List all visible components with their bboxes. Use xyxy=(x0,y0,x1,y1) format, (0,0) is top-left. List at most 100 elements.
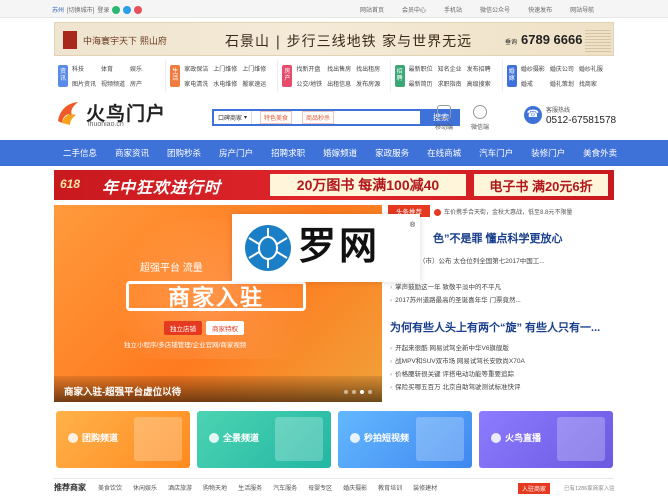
merchant-category-tab[interactable]: 母婴专区 xyxy=(308,483,332,492)
carousel-dot[interactable] xyxy=(352,390,356,394)
category-link[interactable]: 公交/地铁 xyxy=(296,79,322,88)
news-item[interactable]: 保险买哪五百万 北京自助驾驶测试标准快评 xyxy=(390,381,612,394)
category-link[interactable]: 家电清洗 xyxy=(184,79,208,88)
headline-title[interactable]: 为何有些人头上有两个“旋” 有些人只有一... xyxy=(390,319,600,335)
nav-secondhand[interactable]: 二手信息 xyxy=(54,140,106,166)
category-badge-icon[interactable]: 资讯 xyxy=(58,65,68,87)
nav-housekeeping[interactable]: 家政服务 xyxy=(366,140,418,166)
carousel-tagline: 超强平台 流量 xyxy=(140,263,203,274)
news-item[interactable]: 掌声鼓励这一年 致敬平淡中的不平凡 xyxy=(390,281,612,294)
nav-decoration[interactable]: 装修门户 xyxy=(522,140,574,166)
carousel-headline: 商家入驻 xyxy=(126,281,306,311)
carousel-dot[interactable] xyxy=(360,390,364,394)
nav-mall[interactable]: 在线商城 xyxy=(418,140,470,166)
category-link[interactable]: 最新简历 xyxy=(409,79,433,88)
real-estate-ad-banner[interactable]: 中海寰宇天下 熙山府 石景山 | 步行三线地铁 家与世界无远 垂询 6789 66… xyxy=(54,22,614,56)
card-live[interactable]: 火鸟直播 xyxy=(479,411,613,468)
category-link[interactable]: 求职指南 xyxy=(438,79,462,88)
toplink-publish[interactable]: 快速发布 xyxy=(528,5,552,14)
merchant-category-tab[interactable]: 装修建材 xyxy=(413,483,437,492)
category-badge-icon[interactable]: 婚嫁 xyxy=(506,65,517,87)
merchant-category-tab[interactable]: 休闲娱乐 xyxy=(133,483,157,492)
category-link[interactable]: 视频频道 xyxy=(101,79,125,88)
merchant-category-tab[interactable]: 酒店旅游 xyxy=(168,483,192,492)
join-merchant-button[interactable]: 入驻商家 xyxy=(518,483,551,494)
ad-phone: 垂询 6789 6666 xyxy=(505,32,583,47)
nav-wedding[interactable]: 婚嫁频道 xyxy=(314,140,366,166)
merchant-category-tab[interactable]: 汽车服务 xyxy=(273,483,297,492)
wechat-icon[interactable] xyxy=(112,5,121,14)
news-item[interactable]: 价格腰斩很关键 评搭电动功能等重要追踪 xyxy=(390,368,612,381)
category-link[interactable]: 娱乐 xyxy=(130,64,142,73)
category-link[interactable]: 婚礼策划 xyxy=(550,79,574,88)
firebird-logo-icon[interactable] xyxy=(54,99,82,127)
toplink-wechat[interactable]: 微信公众号 xyxy=(480,5,510,14)
weibo-icon[interactable] xyxy=(134,5,143,14)
news-item[interactable]: 开起来很酷 网易试驾全新中华V6旗舰版 xyxy=(390,342,612,355)
news-item[interactable]: 2017苏州道路最高的圣诞喜年华 门票竟然... xyxy=(390,294,612,307)
category-link[interactable]: 找出售房 xyxy=(327,64,351,73)
toplink-member[interactable]: 会员中心 xyxy=(402,5,426,14)
category-link[interactable]: 婚纱摄影 xyxy=(521,64,545,73)
nav-merchant-news[interactable]: 商家资讯 xyxy=(106,140,158,166)
carousel-dot[interactable] xyxy=(368,390,372,394)
search-suggestion[interactable]: 商品秒杀 xyxy=(302,111,335,124)
headline-title[interactable]: 色”不是罪 懂点科学更放心 xyxy=(433,230,563,246)
nav-jobs[interactable]: 招聘求职 xyxy=(262,140,314,166)
category-badge-icon[interactable]: 房产 xyxy=(282,65,293,87)
category-link[interactable]: 找商家 xyxy=(579,79,603,88)
carousel-caption[interactable]: 商家入驻-超强平台虚位以待 xyxy=(54,376,382,402)
category-link[interactable]: 水电维修 xyxy=(213,79,237,88)
login-link[interactable]: 登录 xyxy=(97,5,109,14)
nav-food-delivery[interactable]: 美食外卖 xyxy=(574,140,626,166)
category-link[interactable]: 婚庆公司 xyxy=(550,64,574,73)
category-link[interactable]: 知名企业 xyxy=(438,64,462,73)
category-link[interactable]: 体育 xyxy=(101,64,125,73)
nav-groupbuy[interactable]: 团购秒杀 xyxy=(158,140,210,166)
card-groupbuy[interactable]: 团购频道 xyxy=(56,411,190,468)
card-short-video[interactable]: 秒拍短视频 xyxy=(338,411,472,468)
category-badge-icon[interactable]: 生活 xyxy=(170,65,181,87)
news-item[interactable]: 业百强县（市）公布 太仓位列全国第七2017中国工... xyxy=(390,255,612,268)
merchant-category-tab[interactable]: 生活服务 xyxy=(238,483,262,492)
nav-auto[interactable]: 汽车门户 xyxy=(470,140,522,166)
merchant-category-tab[interactable]: 婚庆摄影 xyxy=(343,483,367,492)
card-panorama[interactable]: 全景频道 xyxy=(197,411,331,468)
category-link[interactable]: 房产 xyxy=(130,79,142,88)
category-link[interactable]: 找出租房 xyxy=(356,64,380,73)
carousel-dot[interactable] xyxy=(344,390,348,394)
news-ticker[interactable]: 车价携手合天街，金秋大惠战，低至8.8元不限量 xyxy=(434,207,572,216)
category-link[interactable]: 发布招聘 xyxy=(467,64,491,73)
merchant-category-tab[interactable]: 美食饮饮 xyxy=(98,483,122,492)
category-link[interactable]: 上门维修 xyxy=(242,64,266,73)
category-link[interactable]: 高级搜索 xyxy=(467,79,491,88)
merchant-category-tab[interactable]: 购物天地 xyxy=(203,483,227,492)
switch-city-link[interactable]: [切换城市] xyxy=(67,5,94,14)
phone-icon: ☎ xyxy=(524,106,542,124)
wechat-site-link[interactable]: 微信端 xyxy=(460,105,500,131)
category-link[interactable]: 科技 xyxy=(72,64,96,73)
toplink-mobile[interactable]: 手机站 xyxy=(444,5,462,14)
category-link[interactable]: 出租信息 xyxy=(327,79,351,88)
news-item[interactable]: 战MPV和SUV双市场 网易试驾长安欧尚X70A xyxy=(390,355,612,368)
toplink-sitemap[interactable]: 网站导航 xyxy=(570,5,594,14)
merchant-category-tab[interactable]: 教育培训 xyxy=(378,483,402,492)
category-link[interactable]: 找新开盘 xyxy=(296,64,322,73)
category-link[interactable]: 图片资讯 xyxy=(72,79,96,88)
search-scope-select[interactable]: 口碑商家 ▾ xyxy=(214,111,253,124)
category-link[interactable]: 家政保洁 xyxy=(184,64,208,73)
category-badge-icon[interactable]: 招聘 xyxy=(394,65,405,87)
category-link[interactable]: 婚戒 xyxy=(521,79,545,88)
category-link[interactable]: 最新职位 xyxy=(409,64,433,73)
618-sale-banner[interactable]: 618 年中狂欢进行时 20万图书 每满100减40 电子书 满20元6折 xyxy=(54,170,614,200)
search-suggestion[interactable]: 特色美食 xyxy=(260,111,293,124)
category-link[interactable]: 上门维修 xyxy=(213,64,237,73)
mobile-site-link[interactable]: 移动端 xyxy=(424,105,464,131)
qq-icon[interactable] xyxy=(123,5,132,14)
news-item[interactable] xyxy=(390,268,612,281)
nav-realestate[interactable]: 房产门户 xyxy=(210,140,262,166)
category-link[interactable]: 发布房源 xyxy=(356,79,380,88)
category-link[interactable]: 婚纱礼服 xyxy=(579,64,603,73)
category-link[interactable]: 搬家速运 xyxy=(242,79,266,88)
toplink-home[interactable]: 网站首页 xyxy=(360,5,384,14)
